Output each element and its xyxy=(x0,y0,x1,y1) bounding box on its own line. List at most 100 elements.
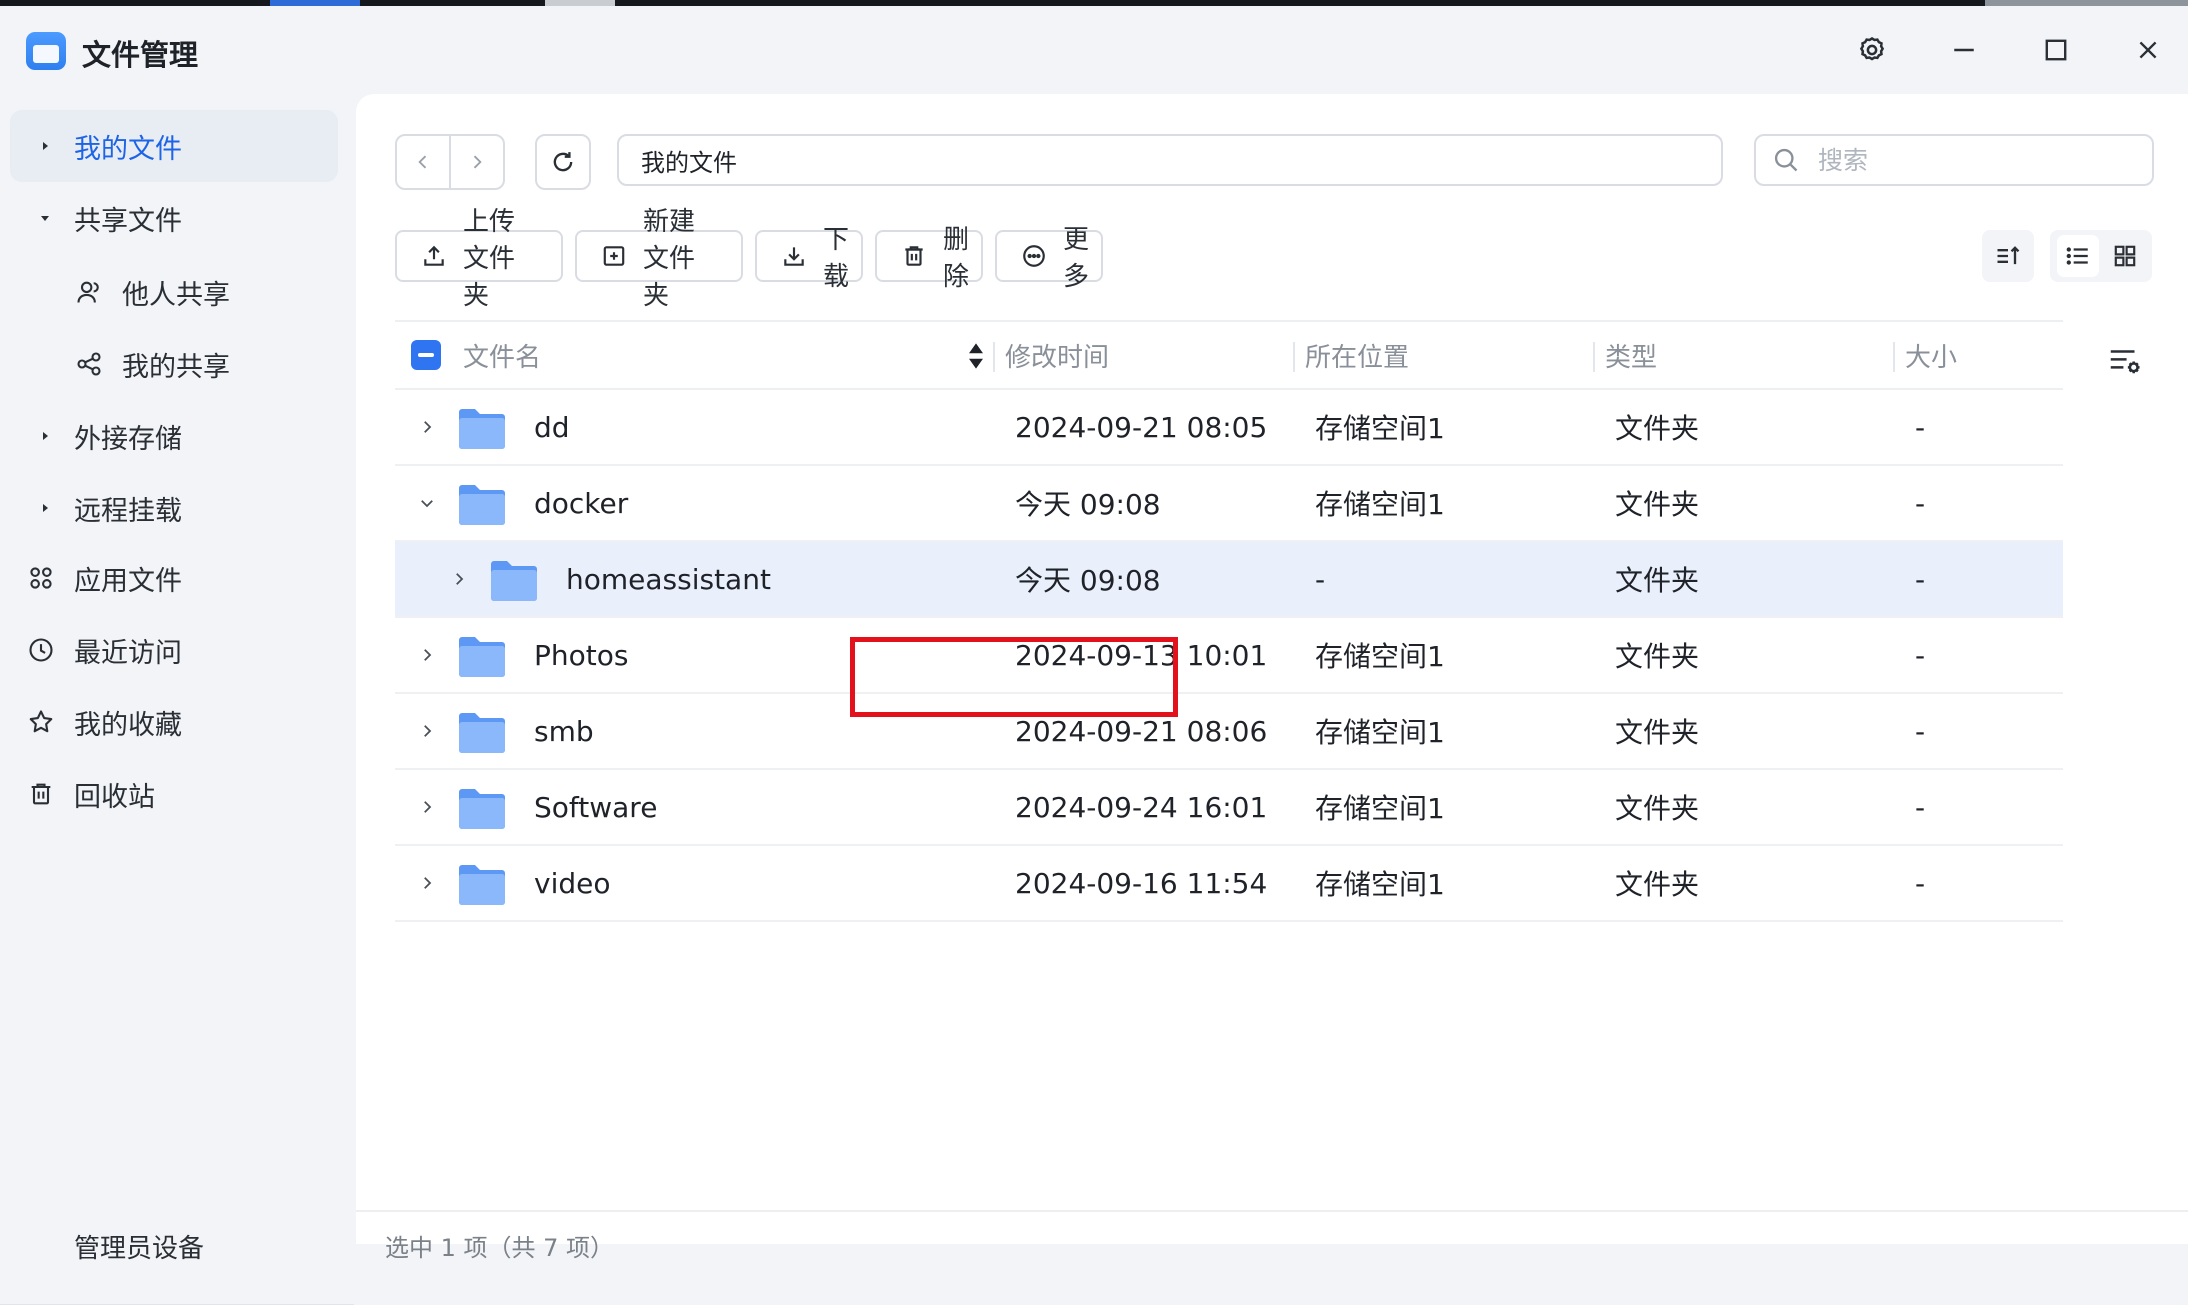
table-row[interactable]: video 2024-09-16 11:54 存储空间1 文件夹 - xyxy=(395,846,2063,922)
new-folder-label: 新建文件夹 xyxy=(643,206,696,311)
chevron-right-icon[interactable] xyxy=(447,567,471,591)
apps-grid-icon xyxy=(26,563,56,593)
file-size: - xyxy=(1915,562,1926,596)
sidebar-item-shared-with-me[interactable]: 他人共享 xyxy=(10,256,338,328)
delete-button[interactable]: 删除 xyxy=(875,225,983,292)
maximize-icon[interactable] xyxy=(2034,28,2078,72)
chevron-right-icon[interactable] xyxy=(415,415,439,439)
upload-folder-label: 上传文件夹 xyxy=(463,206,516,311)
app-icon xyxy=(26,32,66,70)
storage-location: 存储空间1 xyxy=(1315,792,1445,825)
back-arrow-icon[interactable] xyxy=(397,136,451,188)
settings-gear-icon[interactable] xyxy=(1850,28,1894,72)
upload-folder-button[interactable]: 上传文件夹 xyxy=(395,207,563,311)
close-icon[interactable] xyxy=(2126,28,2170,72)
column-divider[interactable] xyxy=(1593,342,1595,372)
storage-location: 存储空间1 xyxy=(1315,716,1445,749)
column-settings-icon[interactable] xyxy=(2106,342,2144,384)
main-panel: 我的文件 上传文件夹 新建文件夹 下载 删除 更多 xyxy=(356,94,2188,1262)
sort-arrows-icon[interactable] xyxy=(967,342,985,374)
file-size: - xyxy=(1915,638,1926,672)
file-type: 文件夹 xyxy=(1615,640,1700,673)
search-input[interactable] xyxy=(1816,144,2120,176)
chevron-right-icon[interactable] xyxy=(415,871,439,895)
sidebar-item-remote-mount[interactable]: 远程挂载 xyxy=(10,472,338,544)
search-box[interactable] xyxy=(1754,134,2154,186)
more-button[interactable]: 更多 xyxy=(995,225,1103,292)
file-type: 文件夹 xyxy=(1615,792,1700,825)
folder-icon xyxy=(491,561,537,601)
sidebar-item-external-storage[interactable]: 外接存储 xyxy=(10,400,338,472)
sidebar-item-my-shares[interactable]: 我的共享 xyxy=(10,328,338,400)
select-all-checkbox[interactable] xyxy=(411,340,441,370)
sidebar: 我的文件 共享文件 他人共享 我的共享 外接存储 远程挂载 应用文件 最近访问 … xyxy=(0,94,354,1305)
folder-icon xyxy=(459,789,505,829)
star-icon xyxy=(26,707,56,737)
sidebar-item-recycle-bin[interactable]: 回收站 xyxy=(10,758,338,830)
modified-time: 2024-09-21 08:06 xyxy=(1015,714,1268,748)
new-folder-button[interactable]: 新建文件夹 xyxy=(575,207,743,311)
file-size: - xyxy=(1915,410,1926,444)
view-mode-toggle xyxy=(2050,230,2152,282)
sidebar-item-label: 远程挂载 xyxy=(74,495,182,527)
refresh-icon[interactable] xyxy=(535,134,591,190)
sidebar-footer-label[interactable]: 管理员设备 xyxy=(74,1228,204,1265)
path-input[interactable]: 我的文件 xyxy=(617,134,1723,186)
caret-right-icon xyxy=(38,139,52,153)
download-icon xyxy=(781,243,807,269)
storage-location: 存储空间1 xyxy=(1315,412,1445,445)
caret-right-icon xyxy=(38,501,52,515)
trash-icon xyxy=(901,243,927,269)
column-header-size[interactable]: 大小 xyxy=(1905,322,1957,388)
more-label: 更多 xyxy=(1063,225,1090,292)
table-row-selected[interactable]: homeassistant 今天 09:08 - 文件夹 - xyxy=(395,542,2063,618)
file-name: video xyxy=(534,866,611,900)
share-icon xyxy=(74,349,104,379)
trash-icon xyxy=(26,779,56,809)
file-size: - xyxy=(1915,714,1926,748)
chevron-down-icon[interactable] xyxy=(415,491,439,515)
table-row[interactable]: Software 2024-09-24 16:01 存储空间1 文件夹 - xyxy=(395,770,2063,846)
chevron-right-icon[interactable] xyxy=(415,795,439,819)
sidebar-item-label: 我的收藏 xyxy=(74,709,182,741)
column-header-modified[interactable]: 修改时间 xyxy=(1005,322,1109,388)
file-name: smb xyxy=(534,714,594,748)
modified-time: 2024-09-21 08:05 xyxy=(1015,410,1268,444)
chevron-right-icon[interactable] xyxy=(415,719,439,743)
table-row[interactable]: docker 今天 09:08 存储空间1 文件夹 - xyxy=(395,466,2063,542)
table-header: 文件名 修改时间 所在位置 类型 大小 xyxy=(395,320,2063,390)
sidebar-item-my-files[interactable]: 我的文件 xyxy=(10,110,338,182)
upload-icon xyxy=(421,243,447,269)
sidebar-item-recent[interactable]: 最近访问 xyxy=(10,614,338,686)
table-row[interactable]: Photos 2024-09-13 10:01 存储空间1 文件夹 - xyxy=(395,618,2063,694)
file-type: 文件夹 xyxy=(1615,412,1700,445)
sidebar-item-label: 我的共享 xyxy=(122,351,230,383)
minimize-icon[interactable] xyxy=(1942,28,1986,72)
sidebar-item-favorites[interactable]: 我的收藏 xyxy=(10,686,338,758)
sidebar-item-shared-files[interactable]: 共享文件 xyxy=(10,182,338,254)
forward-arrow-icon[interactable] xyxy=(451,136,503,188)
column-divider[interactable] xyxy=(993,342,995,372)
column-divider[interactable] xyxy=(1293,342,1295,372)
column-header-type[interactable]: 类型 xyxy=(1605,322,1657,388)
sidebar-item-label: 他人共享 xyxy=(122,279,230,311)
status-text: 选中 1 项（共 7 项） xyxy=(385,1234,615,1262)
table-row[interactable]: dd 2024-09-21 08:05 存储空间1 文件夹 - xyxy=(395,390,2063,466)
download-button[interactable]: 下载 xyxy=(755,225,863,292)
chevron-right-icon[interactable] xyxy=(415,643,439,667)
file-size: - xyxy=(1915,790,1926,824)
column-divider[interactable] xyxy=(1893,342,1895,372)
list-view-icon[interactable] xyxy=(2056,235,2099,277)
file-type: 文件夹 xyxy=(1615,868,1700,901)
sidebar-item-label: 最近访问 xyxy=(74,637,182,669)
grid-view-icon[interactable] xyxy=(2104,235,2146,277)
column-header-location[interactable]: 所在位置 xyxy=(1305,322,1409,388)
storage-location: - xyxy=(1315,562,1326,596)
column-header-name[interactable]: 文件名 xyxy=(463,322,541,388)
sidebar-item-app-files[interactable]: 应用文件 xyxy=(10,542,338,614)
file-name: Photos xyxy=(534,638,629,672)
table-row[interactable]: smb 2024-09-21 08:06 存储空间1 文件夹 - xyxy=(395,694,2063,770)
sidebar-item-label: 应用文件 xyxy=(74,565,182,597)
folder-icon xyxy=(459,637,505,677)
sort-order-icon[interactable] xyxy=(1982,230,2034,282)
